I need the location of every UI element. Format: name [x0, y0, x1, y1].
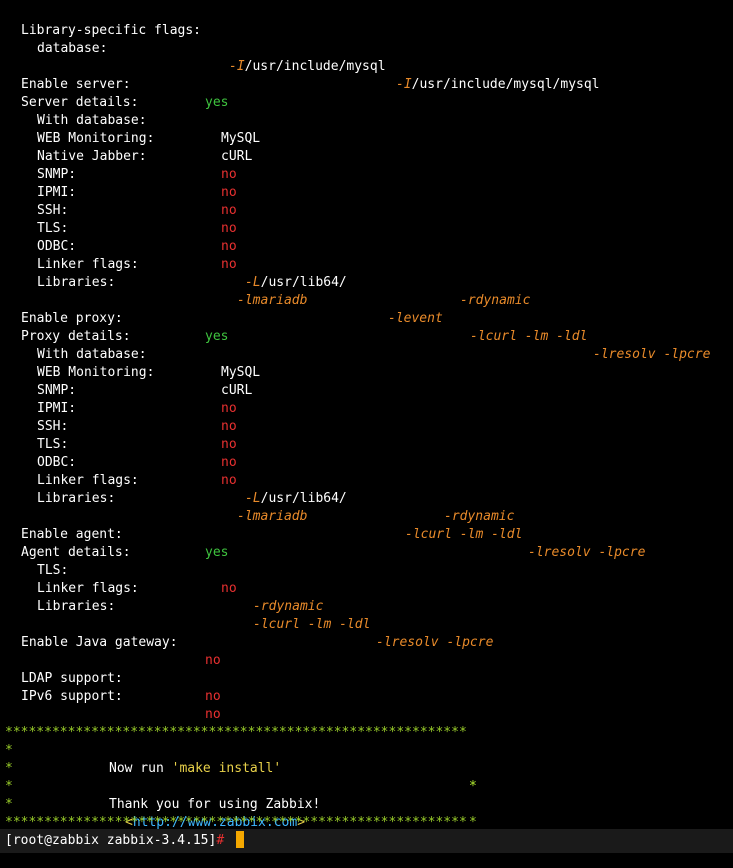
- lib-flags-line: Library-specific flags:: [0, 4, 201, 38]
- server-jabber-line: Native Jabber: no: [37, 149, 237, 182]
- shell-prompt[interactable]: [root@zabbix zabbix-3.4.15]#: [5, 832, 224, 850]
- terminal-window[interactable]: Library-specific flags: database: -I/usr…: [0, 0, 733, 853]
- proxy-snmp-line: SNMP: no: [37, 383, 237, 416]
- proxy-db-line: With database: MySQL: [37, 347, 261, 380]
- banner-make-install-line: * Now run 'make install' *: [5, 743, 477, 794]
- enable-proxy-value: yes: [205, 329, 229, 344]
- banner-blank-line: * *: [5, 761, 477, 794]
- banner-thanks-line: * Thank you for using Zabbix! *: [5, 779, 477, 830]
- server-snmp-line: SNMP: no: [37, 167, 237, 200]
- lib-flags-label: Library-specific flags:: [21, 23, 202, 38]
- agent-tls-line: TLS: no: [37, 563, 237, 596]
- agent-details-line: Agent details:: [21, 545, 131, 560]
- lib-db-line: database: -I/usr/include/mysql -I/usr/in…: [37, 41, 600, 92]
- banner-bottom-border: ****************************************…: [5, 815, 467, 830]
- server-ssh-line: SSH: no: [37, 203, 237, 236]
- server-odbc-line: ODBC: no: [37, 239, 237, 272]
- proxy-tls-line: TLS: no: [37, 437, 237, 470]
- proxy-linker-line: Linker flags: -L/usr/lib64/ -rdynamic: [37, 473, 515, 524]
- proxy-ssh-line: SSH: no: [37, 419, 237, 452]
- enable-agent-value: yes: [205, 545, 229, 560]
- terminal-cursor: [236, 831, 244, 848]
- enable-server-line: Enable server: yes: [21, 77, 229, 110]
- enable-server-value: yes: [205, 95, 229, 110]
- server-db-line: With database: MySQL: [37, 113, 261, 146]
- agent-libs-line: Libraries: -lcurl -lm -ldl -lresolv -lpc…: [37, 599, 494, 650]
- server-ipmi-line: IPMI: no: [37, 185, 237, 218]
- server-linker-line: Linker flags: -L/usr/lib64/ -rdynamic: [37, 257, 531, 308]
- proxy-web-line: WEB Monitoring: cURL: [37, 365, 253, 398]
- server-tls-line: TLS: no: [37, 221, 237, 254]
- ldap-line: LDAP support: no: [21, 671, 221, 704]
- ipv6-line: IPv6 support: no: [21, 689, 221, 722]
- lib-db-label: database:: [37, 41, 108, 56]
- proxy-details-line: Proxy details:: [21, 329, 131, 344]
- server-details-line: Server details:: [21, 95, 139, 110]
- server-libs-line: Libraries: -lmariadb -levent -lcurl -lm …: [37, 275, 711, 362]
- enable-agent-line: Enable agent: yes: [21, 527, 229, 560]
- proxy-libs-line: Libraries: -lmariadb -lcurl -lm -ldl -lr…: [37, 491, 646, 560]
- banner-top-border: ****************************************…: [5, 725, 467, 740]
- banner-url-line: * <http://www.zabbix.com> *: [5, 797, 477, 848]
- server-web-line: WEB Monitoring: cURL: [37, 131, 253, 164]
- proxy-odbc-line: ODBC: no: [37, 455, 237, 488]
- agent-linker-line: Linker flags: -rdynamic: [37, 581, 324, 614]
- enable-proxy-line: Enable proxy: yes: [21, 311, 229, 344]
- proxy-ipmi-line: IPMI: no: [37, 401, 237, 434]
- java-gateway-line: Enable Java gateway: no: [21, 635, 221, 668]
